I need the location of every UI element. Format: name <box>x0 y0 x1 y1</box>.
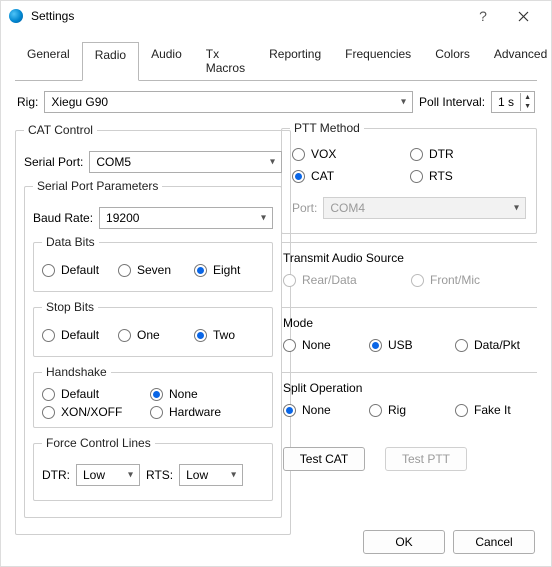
ok-button[interactable]: OK <box>363 530 445 554</box>
ptt-port-value: COM4 <box>330 201 365 215</box>
mode-legend: Mode <box>281 308 537 334</box>
handshake-group: Handshake Default None XON/XOFF Hardware <box>33 365 273 428</box>
stop-bits-default[interactable]: Default <box>42 328 112 342</box>
data-bits-seven[interactable]: Seven <box>118 263 188 277</box>
baud-rate-select[interactable]: 19200 ▾ <box>99 207 273 229</box>
data-bits-legend: Data Bits <box>42 235 99 249</box>
mode-group: Mode None USB Data/Pkt <box>281 307 537 364</box>
close-button[interactable] <box>503 2 543 30</box>
ptt-method-legend: PTT Method <box>290 121 364 135</box>
chevron-down-icon: ▾ <box>261 213 266 224</box>
help-button[interactable]: ? <box>463 2 503 30</box>
app-icon <box>9 9 23 23</box>
tab-frequencies[interactable]: Frequencies <box>333 42 423 81</box>
tab-radio[interactable]: Radio <box>82 42 139 81</box>
ptt-port-label: Port: <box>292 201 317 215</box>
ptt-rts[interactable]: RTS <box>410 169 488 183</box>
stop-bits-two[interactable]: Two <box>194 328 264 342</box>
handshake-default[interactable]: Default <box>42 387 142 401</box>
poll-interval-stepper[interactable]: 1 s ▲▼ <box>491 91 535 113</box>
serial-params-group: Serial Port Parameters Baud Rate: 19200 … <box>24 179 282 518</box>
tab-general[interactable]: General <box>15 42 82 81</box>
test-cat-button[interactable]: Test CAT <box>283 447 365 471</box>
tab-colors[interactable]: Colors <box>423 42 482 81</box>
poll-interval-label: Poll Interval: <box>419 95 485 109</box>
chevron-down-icon: ▾ <box>270 157 275 168</box>
transmit-audio-legend: Transmit Audio Source <box>281 243 537 269</box>
split-fake-it[interactable]: Fake It <box>455 403 533 417</box>
handshake-hardware[interactable]: Hardware <box>150 405 250 419</box>
data-bits-default[interactable]: Default <box>42 263 112 277</box>
data-bits-group: Data Bits Default Seven Eight <box>33 235 273 292</box>
stop-bits-one[interactable]: One <box>118 328 188 342</box>
window-title: Settings <box>31 9 463 23</box>
split-none[interactable]: None <box>283 403 361 417</box>
ptt-cat[interactable]: CAT <box>292 169 402 183</box>
cancel-button[interactable]: Cancel <box>453 530 535 554</box>
close-icon <box>518 11 529 22</box>
test-ptt-button: Test PTT <box>385 447 467 471</box>
tab-tx-macros[interactable]: Tx Macros <box>194 42 257 81</box>
poll-interval-value: 1 s <box>492 95 520 109</box>
ptt-vox[interactable]: VOX <box>292 147 402 161</box>
serial-params-legend: Serial Port Parameters <box>33 179 162 193</box>
rig-select[interactable]: Xiegu G90 ▾ <box>44 91 413 113</box>
force-control-lines-group: Force Control Lines DTR: Low▾ RTS: Low▾ <box>33 436 273 501</box>
baud-rate-label: Baud Rate: <box>33 211 93 225</box>
split-legend: Split Operation <box>281 373 537 399</box>
force-control-legend: Force Control Lines <box>42 436 155 450</box>
cat-control-legend: CAT Control <box>24 123 97 137</box>
serial-port-label: Serial Port: <box>24 155 83 169</box>
stop-bits-legend: Stop Bits <box>42 300 98 314</box>
ptt-port-select: COM4 ▾ <box>323 197 526 219</box>
handshake-xonxoff[interactable]: XON/XOFF <box>42 405 142 419</box>
stepper-down-icon[interactable]: ▼ <box>521 102 534 111</box>
mode-usb[interactable]: USB <box>369 338 447 352</box>
split-operation-group: Split Operation None Rig Fake It <box>281 372 537 429</box>
titlebar: Settings ? <box>1 1 551 31</box>
split-rig[interactable]: Rig <box>369 403 447 417</box>
transmit-audio-group: Transmit Audio Source Rear/Data Front/Mi… <box>281 242 537 299</box>
cat-control-group: CAT Control Serial Port: COM5 ▾ Serial P… <box>15 123 291 535</box>
tx-audio-rear: Rear/Data <box>283 273 403 287</box>
ptt-method-group: PTT Method VOX DTR CAT RTS Port: COM4 ▾ <box>281 121 537 234</box>
serial-port-select[interactable]: COM5 ▾ <box>89 151 282 173</box>
chevron-down-icon: ▾ <box>231 470 236 481</box>
mode-data-pkt[interactable]: Data/Pkt <box>455 338 533 352</box>
chevron-down-icon: ▾ <box>514 203 519 214</box>
tx-audio-front: Front/Mic <box>411 273 489 287</box>
serial-port-value: COM5 <box>96 155 131 169</box>
rts-label: RTS: <box>146 468 173 482</box>
tab-reporting[interactable]: Reporting <box>257 42 333 81</box>
stepper-up-icon[interactable]: ▲ <box>521 93 534 102</box>
rts-select[interactable]: Low▾ <box>179 464 243 486</box>
handshake-none[interactable]: None <box>150 387 250 401</box>
rig-value: Xiegu G90 <box>51 95 108 109</box>
dtr-select[interactable]: Low▾ <box>76 464 140 486</box>
chevron-down-icon: ▾ <box>128 470 133 481</box>
rig-label: Rig: <box>17 95 38 109</box>
baud-rate-value: 19200 <box>106 211 139 225</box>
ptt-dtr[interactable]: DTR <box>410 147 488 161</box>
handshake-legend: Handshake <box>42 365 111 379</box>
tab-advanced[interactable]: Advanced <box>482 42 552 81</box>
dtr-label: DTR: <box>42 468 70 482</box>
tab-audio[interactable]: Audio <box>139 42 194 81</box>
data-bits-eight[interactable]: Eight <box>194 263 264 277</box>
mode-none[interactable]: None <box>283 338 361 352</box>
tab-bar: General Radio Audio Tx Macros Reporting … <box>15 41 537 81</box>
stop-bits-group: Stop Bits Default One Two <box>33 300 273 357</box>
chevron-down-icon: ▾ <box>401 97 406 108</box>
